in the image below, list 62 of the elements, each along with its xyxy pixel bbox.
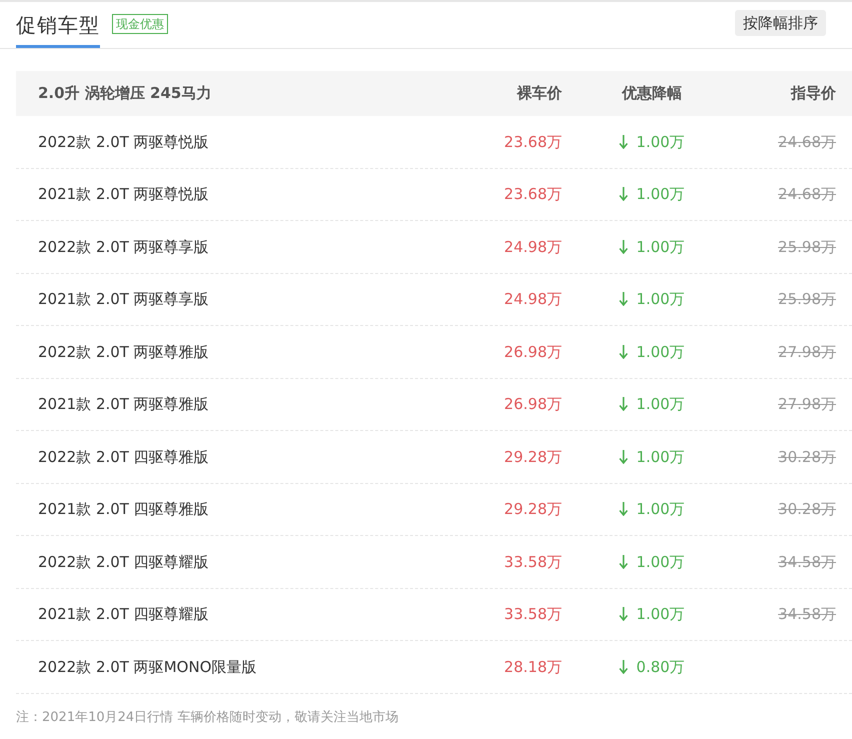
down-arrow-icon — [619, 450, 628, 464]
discount: 1.00万 — [636, 236, 685, 258]
down-arrow-icon — [619, 134, 628, 149]
guide-price: 30.28万 — [778, 448, 836, 466]
model-name: 2022款 2.0T 两驱尊享版 — [38, 238, 209, 256]
model-name: 2021款 2.0T 两驱尊悦版 — [38, 185, 209, 203]
discount: 1.00万 — [636, 132, 685, 152]
guide-price: 27.98万 — [778, 395, 836, 413]
discount: 1.00万 — [636, 604, 685, 625]
column-header: 优惠降幅 — [622, 83, 682, 104]
column-header: 指导价 — [791, 84, 836, 102]
down-arrow-icon — [619, 554, 628, 569]
price: 29.28万 — [504, 448, 562, 466]
footnote: 注：2021年10月24日行情 车辆价格随时变动，敬请关注当地市场 — [15, 708, 400, 726]
guide-price: 34.58万 — [778, 552, 836, 570]
sort-button[interactable]: 按降幅排序 — [735, 10, 826, 36]
discount: 1.00万 — [636, 289, 685, 310]
down-arrow-icon — [619, 240, 628, 254]
guide-price: 25.98万 — [778, 290, 836, 308]
down-arrow-icon — [619, 397, 628, 412]
discount: 1.00万 — [636, 342, 685, 362]
model-name: 2022款 2.0T 两驱MONO限量版 — [38, 658, 257, 676]
down-arrow-icon — [619, 344, 628, 359]
guide-price: 27.98万 — [778, 342, 836, 360]
model-name: 2021款 2.0T 两驱尊享版 — [38, 290, 209, 308]
discount: 1.00万 — [636, 446, 685, 468]
model-name: 2022款 2.0T 两驱尊雅版 — [38, 342, 209, 360]
price: 26.98万 — [504, 342, 562, 360]
price: 24.98万 — [504, 238, 562, 256]
model-name: 2021款 2.0T 两驱尊雅版 — [38, 395, 209, 413]
down-arrow-icon — [619, 660, 628, 674]
promo-tag: 现金优惠 — [112, 14, 168, 34]
price: 23.68万 — [504, 132, 562, 150]
discount: 0.80万 — [636, 656, 685, 678]
down-arrow-icon — [619, 187, 628, 202]
down-arrow-icon — [619, 502, 628, 516]
guide-price: 30.28万 — [778, 500, 836, 518]
model-name: 2022款 2.0T 两驱尊悦版 — [38, 132, 209, 150]
model-name: 2021款 2.0T 四驱尊雅版 — [38, 500, 209, 518]
discount: 1.00万 — [636, 184, 685, 205]
price: 28.18万 — [504, 658, 562, 676]
price: 29.28万 — [504, 500, 562, 518]
guide-price: 24.68万 — [778, 132, 836, 150]
discount: 1.00万 — [636, 499, 685, 520]
down-arrow-icon — [619, 607, 628, 622]
model-name: 2022款 2.0T 四驱尊耀版 — [38, 552, 209, 570]
guide-price: 34.58万 — [778, 605, 836, 623]
column-header: 裸车价 — [517, 84, 562, 102]
guide-price: 25.98万 — [778, 238, 836, 256]
guide-price: 24.68万 — [778, 185, 836, 203]
price: 33.58万 — [504, 605, 562, 623]
model-name: 2021款 2.0T 四驱尊耀版 — [38, 605, 209, 623]
price: 33.58万 — [504, 552, 562, 570]
price: 23.68万 — [504, 185, 562, 203]
section-tab[interactable]: 促销车型 — [16, 2, 100, 48]
price: 24.98万 — [504, 290, 562, 308]
model-name: 2022款 2.0T 四驱尊雅版 — [38, 448, 209, 466]
discount: 1.00万 — [636, 552, 685, 572]
down-arrow-icon — [619, 292, 628, 306]
discount: 1.00万 — [636, 394, 685, 415]
column-header: 2.0升 涡轮增压 245马力 — [38, 84, 212, 102]
price: 26.98万 — [504, 395, 562, 413]
